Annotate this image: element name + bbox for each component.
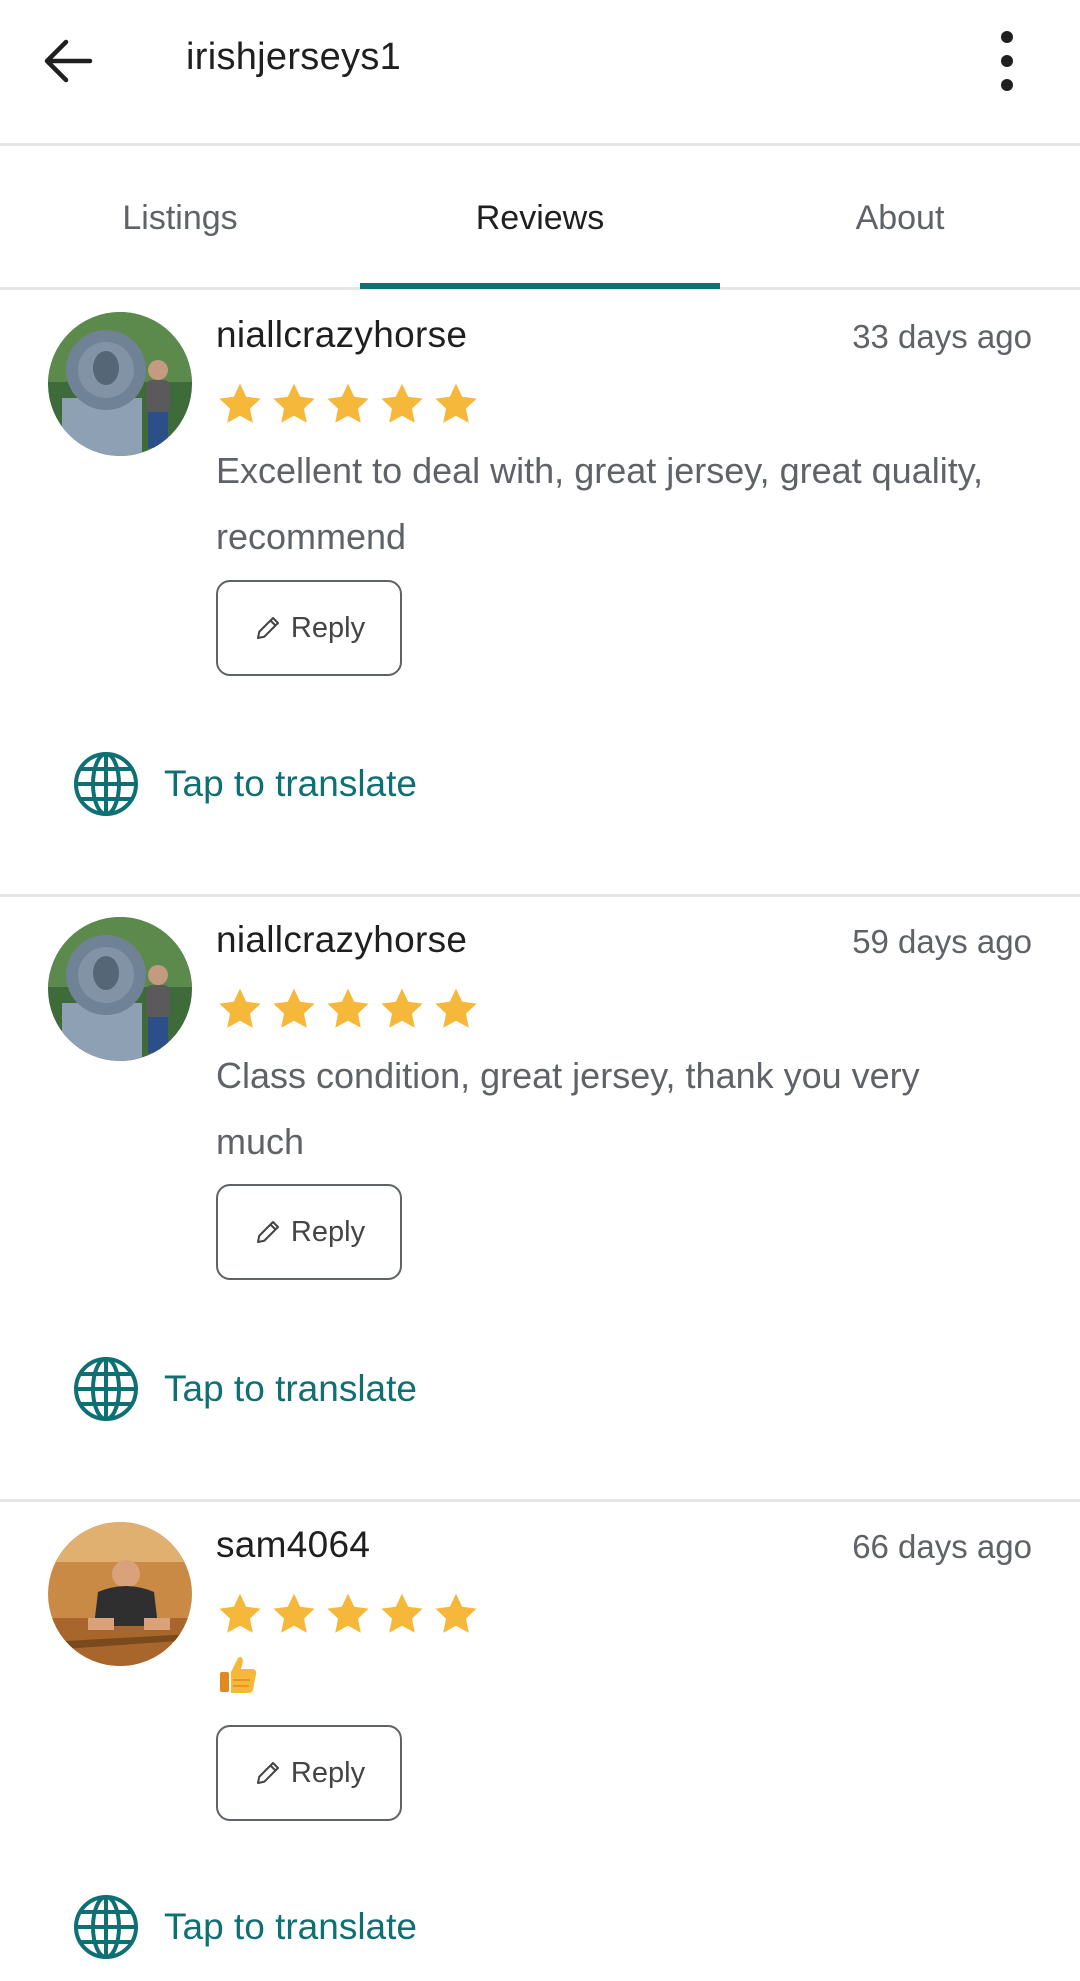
reply-button[interactable]: Reply xyxy=(216,580,402,676)
star-icon xyxy=(435,1593,477,1633)
tab-listings[interactable]: Listings xyxy=(0,149,360,287)
review-date: 59 days ago xyxy=(852,923,1032,960)
star-icon xyxy=(273,1593,315,1633)
pencil-icon xyxy=(256,1762,279,1784)
review-item: sam4064 66 days ago Reply Tap to transla… xyxy=(0,1502,1080,1981)
review-date: 33 days ago xyxy=(852,318,1032,355)
review-text: Excellent to deal with, great jersey, gr… xyxy=(216,450,984,557)
tab-bar: Listings Reviews About xyxy=(0,149,1080,290)
star-icon xyxy=(327,383,369,423)
review-item: niallcrazyhorse 59 days ago Class condit… xyxy=(0,897,1080,1502)
star-icon xyxy=(219,988,261,1028)
reply-button[interactable]: Reply xyxy=(216,1725,402,1821)
reply-label: Reply xyxy=(290,1215,366,1248)
more-vertical-icon xyxy=(1001,31,1013,91)
globe-icon xyxy=(74,1357,138,1421)
star-icon xyxy=(327,1593,369,1633)
page-title: irishjerseys1 xyxy=(186,36,402,78)
tab-reviews[interactable]: Reviews xyxy=(360,149,720,287)
star-icon xyxy=(273,383,315,423)
app-bar: irishjerseys1 xyxy=(0,0,1080,146)
more-options-button[interactable] xyxy=(990,28,1024,94)
pencil-icon xyxy=(256,617,279,639)
star-icon xyxy=(219,1593,261,1633)
translate-link[interactable]: Tap to translate xyxy=(72,748,417,820)
review-date: 66 days ago xyxy=(852,1528,1032,1565)
avatar[interactable] xyxy=(48,312,192,456)
globe-icon xyxy=(74,752,138,816)
reviewer-name[interactable]: niallcrazyhorse xyxy=(216,314,467,356)
star-rating xyxy=(216,380,480,430)
star-icon xyxy=(381,1593,423,1633)
back-button[interactable] xyxy=(38,30,100,92)
translate-link[interactable]: Tap to translate xyxy=(72,1353,417,1425)
star-icon xyxy=(327,988,369,1028)
star-icon xyxy=(435,988,477,1028)
pencil-icon xyxy=(256,1221,279,1243)
globe-icon xyxy=(74,1895,138,1959)
translate-link[interactable]: Tap to translate xyxy=(72,1891,417,1963)
review-text: Class condition, great jersey, thank you… xyxy=(216,1055,920,1162)
arrow-left-icon xyxy=(44,39,93,83)
star-icon xyxy=(381,988,423,1028)
reply-label: Reply xyxy=(290,611,366,644)
tab-about[interactable]: About xyxy=(720,149,1080,287)
star-rating xyxy=(216,1590,480,1640)
star-icon xyxy=(381,383,423,423)
active-tab-indicator xyxy=(360,283,720,289)
star-rating xyxy=(216,985,480,1035)
reviewer-name[interactable]: niallcrazyhorse xyxy=(216,919,467,961)
reply-label: Reply xyxy=(290,1756,366,1789)
avatar[interactable] xyxy=(48,917,192,1061)
thumbs-up-icon xyxy=(220,1657,257,1693)
avatar[interactable] xyxy=(48,1522,192,1666)
reviewer-name[interactable]: sam4064 xyxy=(216,1524,370,1566)
translate-label: Tap to translate xyxy=(164,763,417,804)
translate-label: Tap to translate xyxy=(164,1368,417,1409)
translate-label: Tap to translate xyxy=(164,1906,417,1947)
star-icon xyxy=(219,383,261,423)
star-icon xyxy=(435,383,477,423)
star-icon xyxy=(273,988,315,1028)
reply-button[interactable]: Reply xyxy=(216,1184,402,1280)
review-item: niallcrazyhorse 33 days ago Excellent to… xyxy=(0,292,1080,897)
